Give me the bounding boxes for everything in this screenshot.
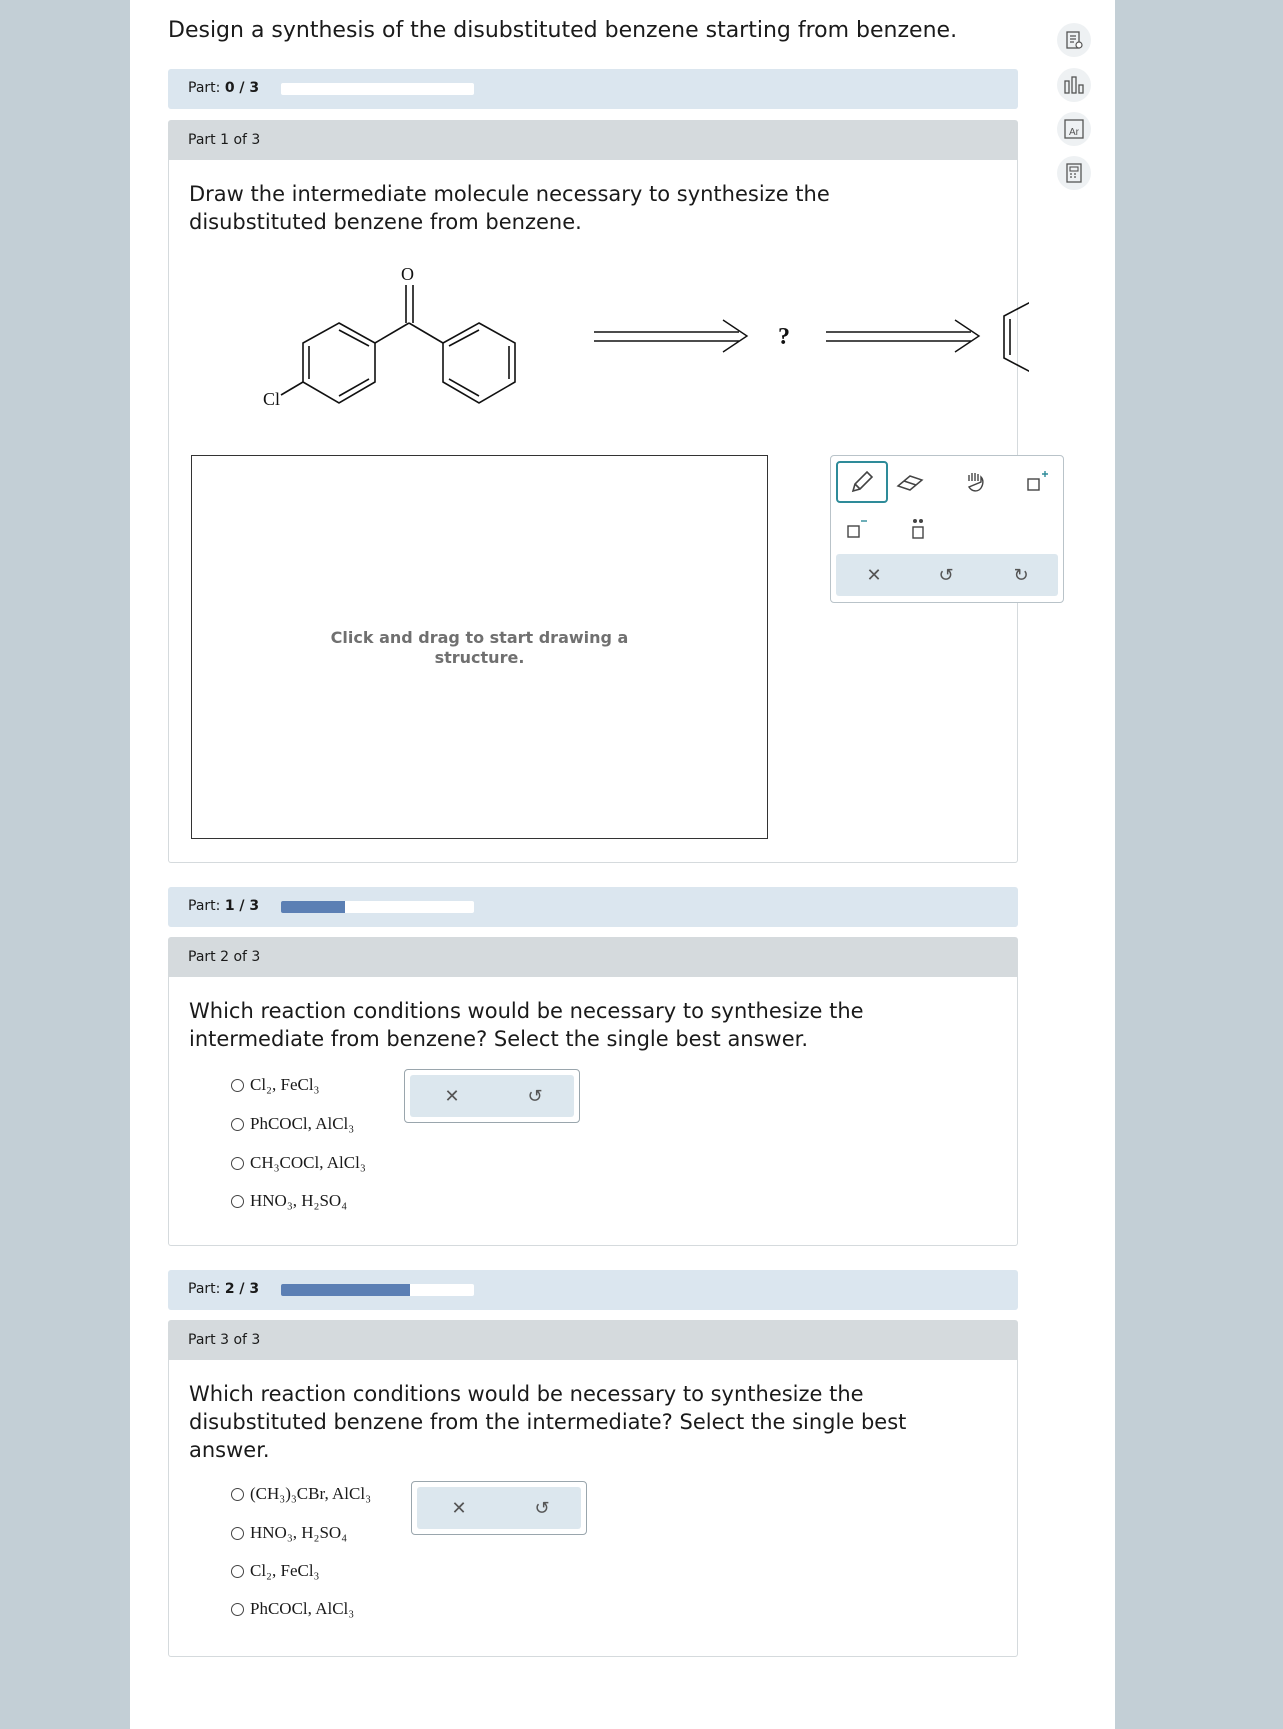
radio-button[interactable]: [231, 1156, 244, 1170]
radio-button[interactable]: [231, 1078, 244, 1092]
benzene-ring: [1003, 301, 1029, 373]
question-line: intermediate from benzene? Select the si…: [189, 1027, 809, 1051]
radio-button[interactable]: [231, 1194, 244, 1208]
question-line: disubstituted benzene from the intermedi…: [189, 1410, 907, 1434]
question-text: Draw the intermediate molecule necessary…: [189, 180, 989, 236]
radio-button[interactable]: [231, 1117, 244, 1131]
answer-option[interactable]: PhCOCl, AlCl₃: [231, 1114, 354, 1134]
redo-icon[interactable]: ↻: [1001, 554, 1041, 596]
undo-icon[interactable]: ↺: [926, 554, 966, 596]
answer-option[interactable]: HNO₃, H₂SO₄: [231, 1523, 347, 1543]
progress-label: Part:: [188, 80, 221, 96]
progress-bar: [281, 901, 474, 913]
question-line: answer.: [189, 1438, 270, 1462]
option-label: Cl₂, FeCl₃: [250, 1561, 320, 1580]
negative-charge-icon[interactable]: [839, 512, 873, 546]
progress-label: Part:: [188, 898, 221, 914]
part-progress: Part: 1 / 3: [168, 887, 1018, 927]
answer-option[interactable]: (CH₃)₃CBr, AlCl₃: [231, 1484, 371, 1504]
answer-option[interactable]: Cl₂, FeCl₃: [231, 1075, 319, 1095]
question-text: Which reaction conditions would be neces…: [189, 997, 989, 1053]
answer-actions-bar: ✕ ↺: [417, 1487, 581, 1529]
part-header: Part 3 of 3: [168, 1320, 1018, 1360]
progress-value: 0 / 3: [224, 80, 260, 96]
undo-icon[interactable]: ↺: [515, 1075, 555, 1117]
calculator-icon[interactable]: [1057, 156, 1091, 190]
close-icon[interactable]: ✕: [854, 554, 894, 596]
bar-chart-icon[interactable]: [1057, 68, 1091, 102]
pencil-icon[interactable]: [836, 461, 888, 503]
reaction-arrow: [826, 319, 981, 353]
page-title: Design a synthesis of the disubstituted …: [168, 18, 958, 43]
close-icon[interactable]: ✕: [432, 1075, 472, 1117]
option-label: CH₃COCl, AlCl₃: [250, 1153, 366, 1172]
question-line: disubstituted benzene from benzene.: [189, 210, 582, 234]
progress-value: 1 / 3: [224, 898, 260, 914]
question-line: Which reaction conditions would be neces…: [189, 999, 864, 1023]
canvas-actions: ✕ ↺ ↻: [836, 554, 1058, 596]
reaction-arrow: [594, 319, 749, 353]
canvas-hint-line: structure.: [434, 648, 525, 667]
oxygen-label: O: [401, 264, 414, 284]
part-header-label: Part 2 of 3: [188, 949, 261, 965]
answer-option[interactable]: HNO₃, H₂SO₄: [231, 1191, 347, 1211]
canvas-hint-line: Click and drag to start drawing a: [330, 628, 629, 647]
part-body: Which reaction conditions would be neces…: [168, 1360, 1018, 1657]
progress-fill: [281, 901, 346, 913]
radio-button[interactable]: [231, 1526, 244, 1540]
chlorine-bond: [280, 381, 304, 396]
answer-option[interactable]: Cl₂, FeCl₃: [231, 1561, 319, 1581]
progress-bar: [281, 1284, 474, 1296]
drawing-tool-panel: ✕ ↺ ↻: [830, 455, 1064, 603]
option-label: (CH₃)₃CBr, AlCl₃: [250, 1484, 372, 1503]
chlorine-label: Cl: [263, 389, 280, 409]
canvas-hint: Click and drag to start drawing a struct…: [192, 628, 767, 668]
part-progress: Part: 2 / 3: [168, 1270, 1018, 1310]
undo-icon[interactable]: ↺: [522, 1487, 562, 1529]
phenyl-ring: [442, 322, 516, 404]
option-label: PhCOCl, AlCl₃: [250, 1599, 355, 1618]
answer-actions-bar: ✕ ↺: [410, 1075, 574, 1117]
option-label: PhCOCl, AlCl₃: [250, 1114, 355, 1133]
question-line: Which reaction conditions would be neces…: [189, 1382, 864, 1406]
close-icon[interactable]: ✕: [439, 1487, 479, 1529]
progress-label: Part:: [188, 1281, 221, 1297]
part-body: Which reaction conditions would be neces…: [168, 977, 1018, 1246]
answer-option[interactable]: CH₃COCl, AlCl₃: [231, 1153, 366, 1173]
hand-icon[interactable]: [959, 465, 993, 499]
answer-actions: ✕ ↺: [404, 1069, 580, 1123]
option-label: HNO₃, H₂SO₄: [250, 1191, 348, 1210]
question-text: Which reaction conditions would be neces…: [189, 1380, 989, 1464]
add-charge-icon[interactable]: [1019, 465, 1053, 499]
part-header: Part 1 of 3: [168, 120, 1018, 160]
option-label: HNO₃, H₂SO₄: [250, 1523, 348, 1542]
part-header: Part 2 of 3: [168, 937, 1018, 977]
question-line: Draw the intermediate molecule necessary…: [189, 182, 830, 206]
periodic-table-icon[interactable]: Ar: [1057, 112, 1091, 146]
option-label: Cl₂, FeCl₃: [250, 1075, 320, 1094]
lone-pair-icon[interactable]: [901, 512, 935, 546]
part-header-label: Part 3 of 3: [188, 1332, 261, 1348]
progress-value: 2 / 3: [224, 1281, 260, 1297]
assignment-page: Design a synthesis of the disubstituted …: [130, 0, 1115, 1729]
answer-actions: ✕ ↺: [411, 1481, 587, 1535]
radio-button[interactable]: [231, 1602, 244, 1616]
reaction-scheme: Cl O ?: [263, 264, 1029, 409]
svg-text:Ar: Ar: [1069, 127, 1080, 138]
part-progress: Part: 0 / 3: [168, 69, 1018, 109]
eraser-icon[interactable]: [893, 465, 927, 499]
progress-fill: [281, 1284, 410, 1296]
radio-button[interactable]: [231, 1564, 244, 1578]
progress-bar: [281, 83, 474, 95]
drawing-canvas[interactable]: Click and drag to start drawing a struct…: [191, 455, 768, 839]
unknown-intermediate: ?: [778, 324, 790, 350]
notes-icon[interactable]: [1057, 23, 1091, 57]
chlorophenyl-ring: [302, 322, 376, 404]
answer-option[interactable]: PhCOCl, AlCl₃: [231, 1599, 354, 1619]
part-header-label: Part 1 of 3: [188, 132, 261, 148]
radio-button[interactable]: [231, 1487, 244, 1501]
